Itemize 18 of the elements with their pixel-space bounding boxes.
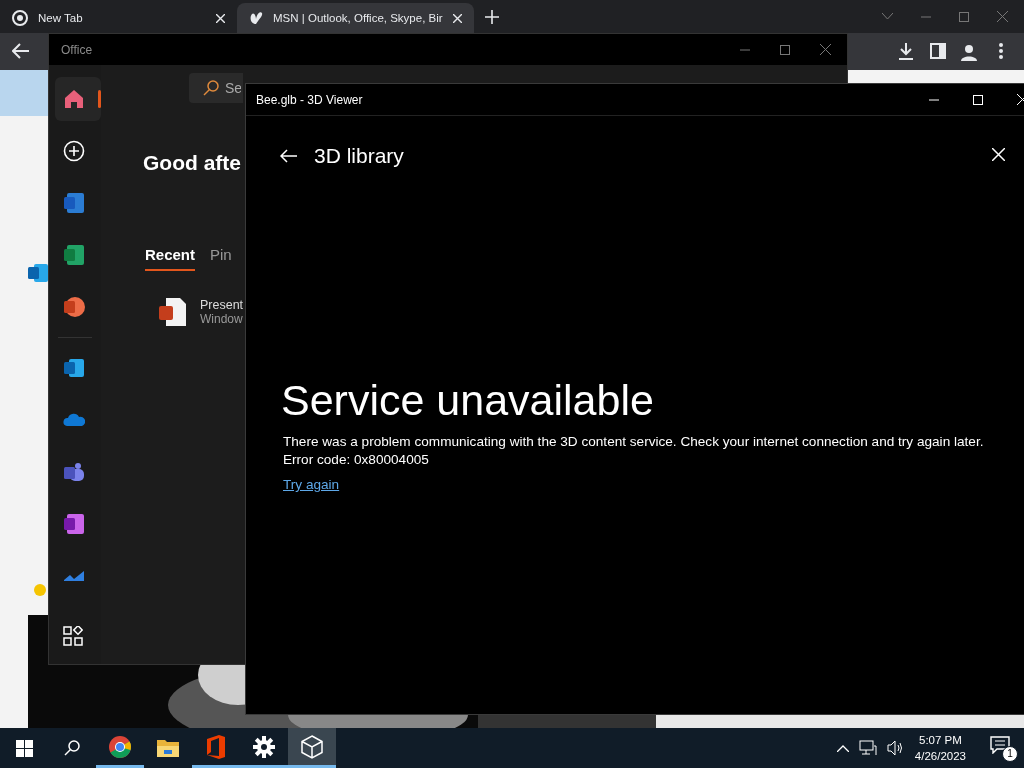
tab[interactable]: Pin	[210, 245, 232, 271]
error-message: There was a problem communicating with the 3D content service. Check your internet connection and try again later.	[283, 433, 985, 451]
tab[interactable]: Recent	[145, 245, 196, 271]
error-title: Service unavailable	[281, 376, 655, 425]
window-title: Office	[61, 42, 93, 57]
browser-tab[interactable]: New Tab	[0, 3, 237, 33]
page-heading: 3D library	[314, 144, 404, 168]
file-name[interactable]: Present	[200, 298, 244, 312]
try-again-link[interactable]: Try again	[283, 477, 340, 492]
clock-time[interactable]: 5:07 PM	[914, 732, 966, 748]
file-location: Window	[200, 312, 244, 326]
window-title: Bee.glb - 3D Viewer	[256, 92, 363, 107]
notification-count: 1	[1002, 746, 1018, 762]
search-field[interactable]: Se	[189, 73, 243, 103]
clock-date[interactable]: 4/26/2023	[914, 748, 966, 764]
browser-tab[interactable]: MSN | Outlook, Office, Skype, Bir	[237, 3, 474, 33]
greeting: Good afte	[143, 151, 241, 175]
error-code: Error code: 0x80004005	[283, 451, 430, 469]
